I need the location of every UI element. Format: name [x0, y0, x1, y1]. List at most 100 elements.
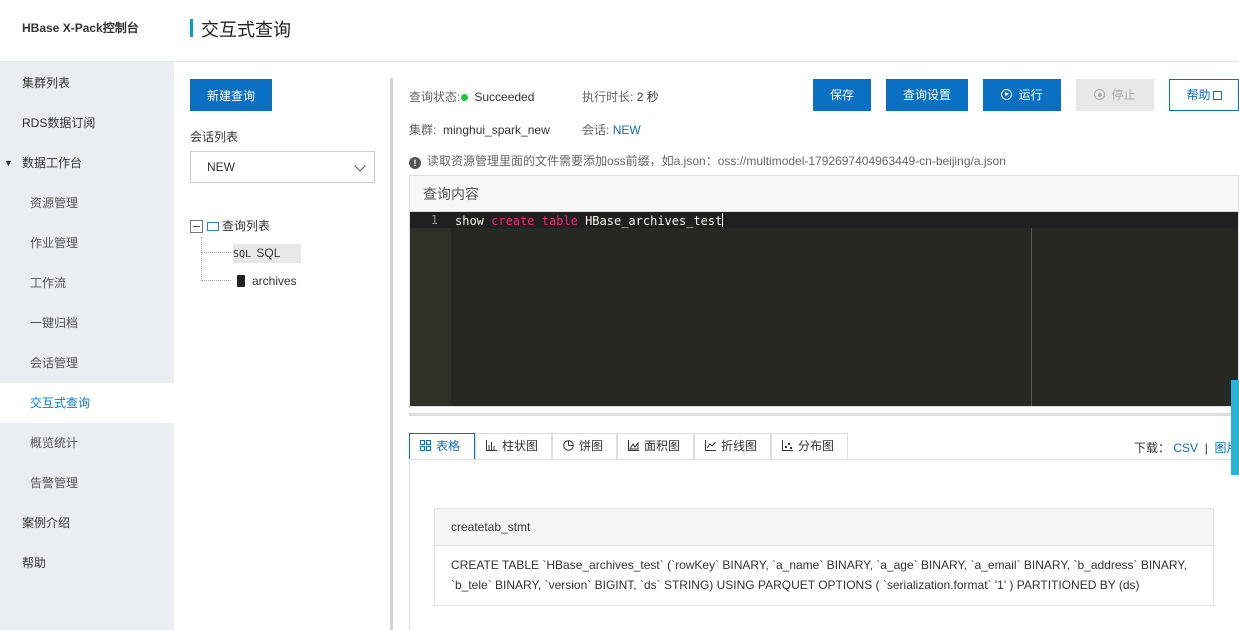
- nav-item-rds-subscription[interactable]: RDS数据订阅: [0, 103, 174, 143]
- tree-item-archives[interactable]: archives: [237, 272, 297, 291]
- nav-item-label: 告警管理: [30, 476, 79, 490]
- duration-value: 2 秒: [636, 90, 659, 104]
- status-dot: [461, 94, 469, 102]
- query-main: 查询状态: Succeeded 执行时长: 2 秒 集群: minghui_spa…: [393, 63, 1239, 630]
- tree-item-sql[interactable]: SQL SQL: [233, 244, 301, 263]
- sql-editor[interactable]: 1 show create table HBase_archives_test: [410, 212, 1238, 406]
- nav-item-data-workbench[interactable]: ▼ 数据工作台: [0, 143, 174, 183]
- tab-bar-chart[interactable]: 柱状图: [475, 433, 552, 460]
- tree-connector: [201, 252, 231, 253]
- nav-item-label: 作业管理: [30, 236, 79, 250]
- cluster-value: minghui_spark_new: [443, 123, 550, 137]
- nav-item-workflow[interactable]: 工作流: [0, 263, 174, 303]
- session-info-value: NEW: [612, 123, 641, 137]
- line-chart-icon: [705, 440, 716, 451]
- tab-label: 表格: [436, 439, 461, 453]
- table-cell: CREATE TABLE `HBase_archives_test` (`row…: [451, 558, 1188, 592]
- feedback-side-tab[interactable]: [1231, 380, 1239, 475]
- editor-result-divider[interactable]: [409, 413, 1239, 416]
- nav-item-cluster-list[interactable]: 集群列表: [0, 63, 174, 103]
- status-label: 查询状态:: [409, 90, 461, 104]
- nav-item-job-management[interactable]: 作业管理: [0, 223, 174, 263]
- editor-label: 查询内容: [410, 176, 1238, 212]
- area-chart-icon: [628, 440, 639, 451]
- info-icon: !: [409, 157, 421, 169]
- tree-item-label: archives: [252, 274, 297, 288]
- nav-item-label: 交互式查询: [30, 396, 91, 410]
- line-number: 1: [430, 213, 438, 227]
- nav-item-interactive-query[interactable]: 交互式查询: [0, 383, 174, 423]
- nav-item-label: 帮助: [22, 556, 47, 570]
- nav-item-one-click-archive[interactable]: 一键归档: [0, 303, 174, 343]
- sidebar: HBase X-Pack控制台 集群列表 RDS数据订阅 ▼ 数据工作台 资源管理…: [0, 0, 174, 630]
- tree-item-label: SQL: [256, 246, 281, 260]
- run-button[interactable]: 运行: [983, 79, 1061, 111]
- save-button-label: 保存: [829, 88, 854, 102]
- nav-item-help[interactable]: 帮助: [0, 543, 174, 583]
- nav-item-session-management[interactable]: 会话管理: [0, 343, 174, 383]
- chevron-down-icon: [354, 160, 366, 172]
- nav-item-case-intro[interactable]: 案例介绍: [0, 503, 174, 543]
- tab-label: 分布图: [798, 439, 835, 453]
- nav-item-label: 资源管理: [30, 196, 79, 210]
- help-button-label: 帮助: [1186, 88, 1211, 102]
- code-keyword: create: [491, 214, 535, 228]
- print-margin: [1031, 228, 1032, 406]
- brand-title: HBase X-Pack控制台: [0, 0, 174, 62]
- download-links: 下载： CSV | 图片: [1134, 439, 1239, 456]
- collapse-icon[interactable]: [190, 220, 203, 234]
- download-csv-link[interactable]: CSV: [1173, 441, 1198, 455]
- nav-item-label: 一键归档: [30, 316, 79, 330]
- save-button[interactable]: 保存: [813, 79, 871, 111]
- tree-root[interactable]: 查询列表: [190, 217, 270, 234]
- tab-label: 折线图: [721, 439, 758, 453]
- session-info: 会话: NEW: [582, 121, 641, 138]
- tab-pie-chart[interactable]: 饼图: [552, 433, 617, 460]
- folder-icon: [207, 222, 219, 232]
- tab-label: 面积图: [644, 439, 681, 453]
- query-duration: 执行时长: 2 秒: [582, 88, 659, 105]
- nav-item-resource-management[interactable]: 资源管理: [0, 183, 174, 223]
- code-line: show create table HBase_archives_test: [455, 213, 724, 228]
- duration-label: 执行时长:: [582, 90, 634, 104]
- scatter-chart-icon: [782, 440, 793, 451]
- tab-label: 柱状图: [502, 439, 539, 453]
- database-icon: [237, 275, 245, 287]
- session-select-value: NEW: [207, 160, 235, 174]
- caret-down-icon: ▼: [4, 158, 13, 168]
- editor-gutter: [410, 212, 451, 406]
- stop-button[interactable]: 停止: [1076, 79, 1154, 111]
- bar-chart-icon: [486, 440, 497, 451]
- help-button[interactable]: 帮助: [1169, 79, 1239, 111]
- table-header-cell: createtab_stmt: [435, 509, 1213, 546]
- session-info-label: 会话:: [582, 123, 610, 137]
- nav-item-label: 会话管理: [30, 356, 79, 370]
- stop-icon: [1094, 89, 1106, 100]
- sidebar-menu: 集群列表 RDS数据订阅 ▼ 数据工作台 资源管理 作业管理 工作流 一键归档 会…: [0, 62, 174, 583]
- query-settings-button[interactable]: 查询设置: [886, 79, 968, 111]
- nav-item-label: 案例介绍: [22, 516, 71, 530]
- nav-item-label: 工作流: [30, 276, 67, 290]
- nav-item-overview-stats[interactable]: 概览统计: [0, 423, 174, 463]
- text-cursor: [722, 213, 724, 227]
- download-separator: |: [1204, 441, 1208, 455]
- session-select[interactable]: NEW: [190, 151, 375, 183]
- tab-line-chart[interactable]: 折线图: [694, 433, 771, 460]
- oss-notice: ! 读取资源管理里面的文件需要添加oss前缀，如a.json：oss://mult…: [409, 152, 1006, 169]
- nav-item-label: RDS数据订阅: [22, 116, 96, 130]
- tab-label: 饼图: [579, 439, 604, 453]
- result-table: createtab_stmt CREATE TABLE `HBase_archi…: [434, 508, 1214, 606]
- nav-item-alert-management[interactable]: 告警管理: [0, 463, 174, 503]
- tab-table[interactable]: 表格: [409, 433, 475, 460]
- code-token: show: [455, 214, 492, 228]
- status-value: Succeeded: [474, 90, 535, 104]
- new-query-button[interactable]: 新建查询: [190, 79, 272, 111]
- notice-text: 读取资源管理里面的文件需要添加oss前缀，如a.json：oss://multi…: [427, 154, 1006, 168]
- run-button-label: 运行: [1018, 88, 1043, 102]
- query-status: 查询状态: Succeeded: [409, 88, 534, 105]
- query-list-panel: 新建查询 会话列表 NEW 查询列表 SQL SQL archives: [174, 63, 390, 630]
- tree-root-label: 查询列表: [222, 219, 271, 233]
- tab-area-chart[interactable]: 面积图: [617, 433, 694, 460]
- query-editor-panel: 查询内容 1 show create table HBase_archives_…: [409, 175, 1239, 407]
- tab-scatter-chart[interactable]: 分布图: [771, 433, 848, 460]
